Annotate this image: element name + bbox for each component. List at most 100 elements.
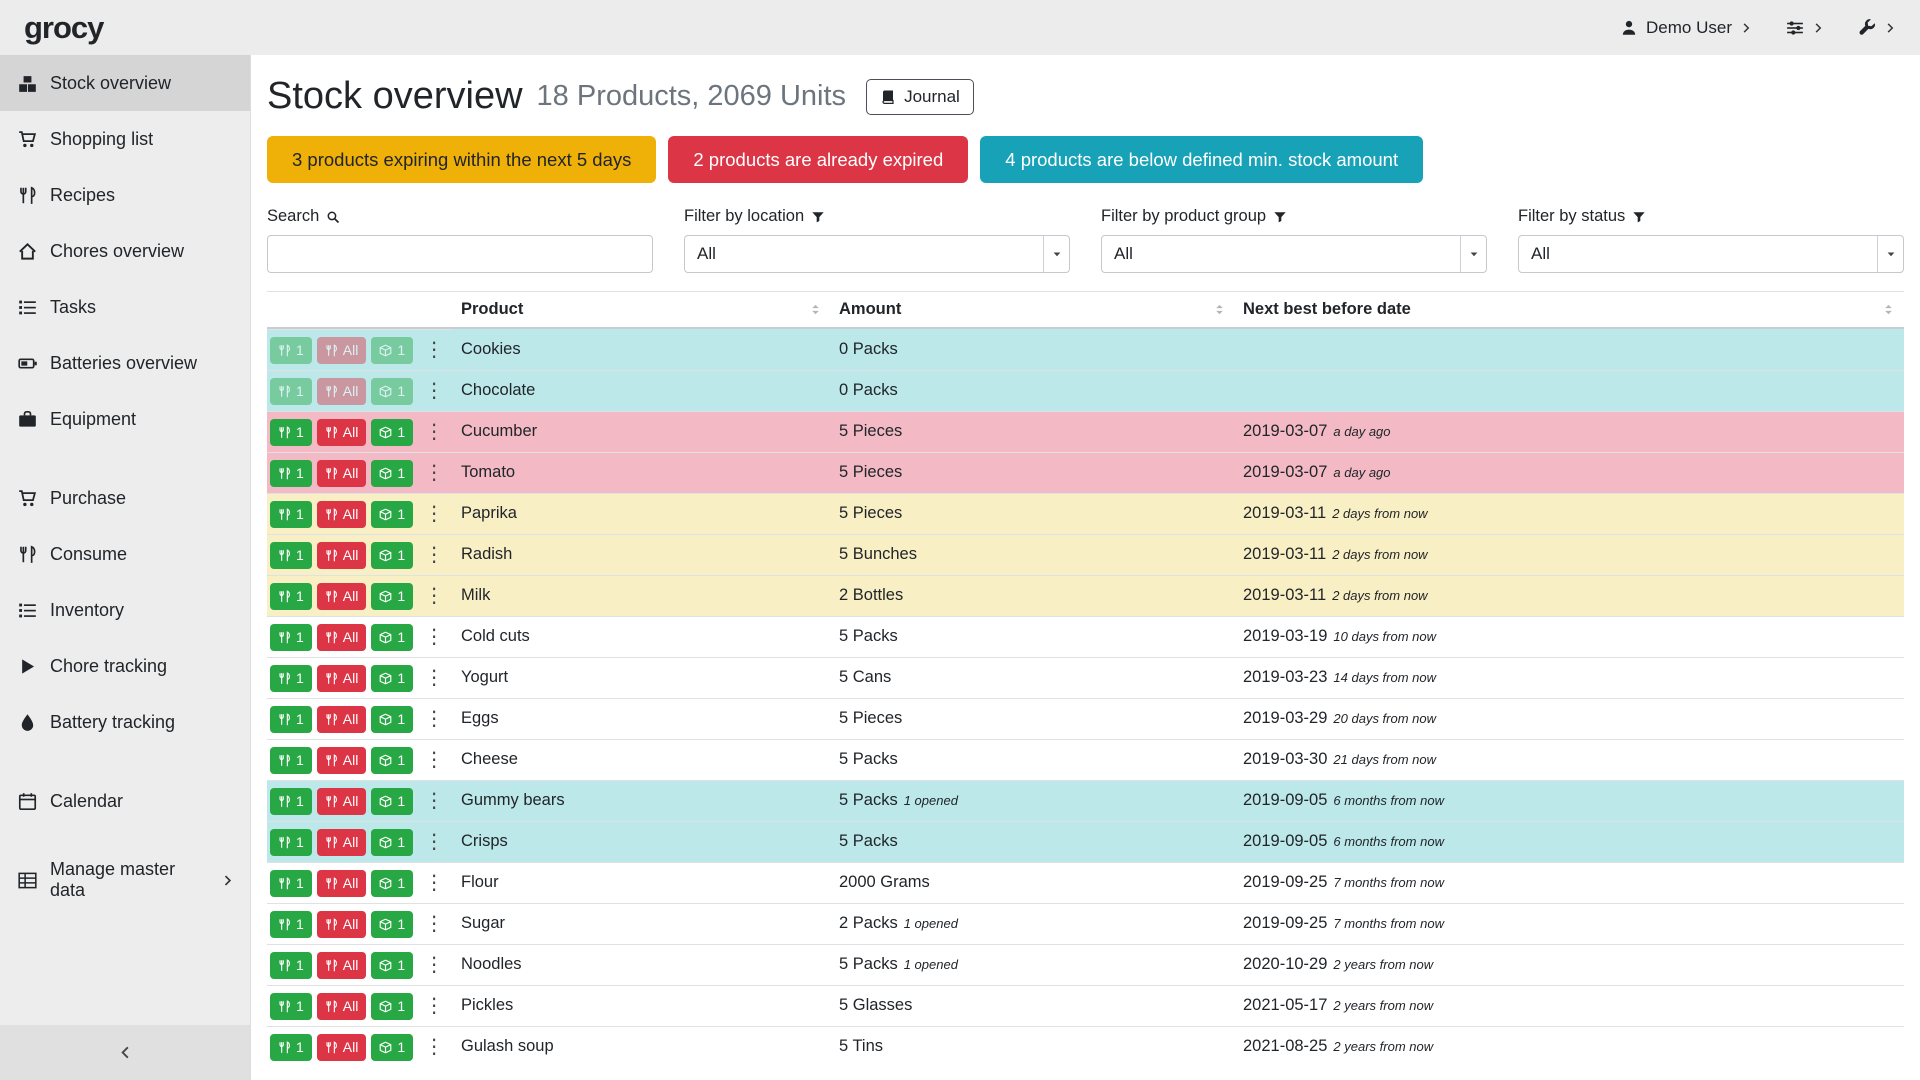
consume-all-button[interactable]: All	[317, 501, 367, 528]
open-one-button[interactable]: 1	[371, 501, 413, 528]
sidebar-collapse-button[interactable]	[0, 1025, 250, 1080]
sidebar-item-consume[interactable]: Consume	[0, 526, 250, 582]
open-one-button[interactable]: 1	[371, 788, 413, 815]
consume-all-button[interactable]: All	[317, 829, 367, 856]
sidebar-item-shopping-list[interactable]: Shopping list	[0, 111, 250, 167]
admin-menu[interactable]	[1858, 19, 1896, 37]
row-menu-button[interactable]: ⋮	[418, 381, 450, 401]
row-menu-button[interactable]: ⋮	[418, 422, 450, 442]
sidebar-item-stock-overview[interactable]: Stock overview	[0, 55, 250, 111]
consume-all-button[interactable]: All	[317, 788, 367, 815]
sidebar-item-purchase[interactable]: Purchase	[0, 470, 250, 526]
open-one-button[interactable]: 1	[371, 706, 413, 733]
sidebar-item-inventory[interactable]: Inventory	[0, 582, 250, 638]
open-one-button[interactable]: 1	[371, 747, 413, 774]
consume-all-button[interactable]: All	[317, 583, 367, 610]
app-logo[interactable]: grocy	[24, 10, 103, 46]
open-one-button[interactable]: 1	[371, 993, 413, 1020]
row-menu-button[interactable]: ⋮	[418, 955, 450, 975]
row-menu-button[interactable]: ⋮	[418, 1037, 450, 1057]
consume-one-button[interactable]: 1	[270, 460, 312, 487]
row-menu-button[interactable]: ⋮	[418, 545, 450, 565]
consume-one-button[interactable]: 1	[270, 501, 312, 528]
row-menu-button[interactable]: ⋮	[418, 873, 450, 893]
sidebar-item-chores-overview[interactable]: Chores overview	[0, 223, 250, 279]
consume-all-button[interactable]: All	[317, 993, 367, 1020]
open-one-button[interactable]: 1	[371, 870, 413, 897]
row-menu-button[interactable]: ⋮	[418, 340, 450, 360]
open-one-button[interactable]: 1	[371, 829, 413, 856]
row-menu-button[interactable]: ⋮	[418, 750, 450, 770]
consume-all-button[interactable]: All	[317, 460, 367, 487]
filter-by-location-select[interactable]: All	[684, 235, 1070, 273]
sidebar-item-tasks[interactable]: Tasks	[0, 279, 250, 335]
open-one-button[interactable]: 1	[371, 419, 413, 446]
row-menu-button[interactable]: ⋮	[418, 791, 450, 811]
sidebar-item-calendar[interactable]: Calendar	[0, 773, 250, 829]
sidebar-item-chore-tracking[interactable]: Chore tracking	[0, 638, 250, 694]
sidebar-item-manage-master-data[interactable]: Manage master data	[0, 852, 250, 908]
open-one-button[interactable]: 1	[371, 624, 413, 651]
consume-all-button[interactable]: All	[317, 624, 367, 651]
row-menu-button[interactable]: ⋮	[418, 709, 450, 729]
consume-one-button[interactable]: 1	[270, 993, 312, 1020]
consume-all-button[interactable]: All	[317, 911, 367, 938]
column-header-product[interactable]: Product	[453, 292, 831, 329]
sidebar-item-battery-tracking[interactable]: Battery tracking	[0, 694, 250, 750]
open-one-button[interactable]: 1	[371, 337, 413, 364]
open-one-button[interactable]: 1	[371, 952, 413, 979]
row-menu-button[interactable]: ⋮	[418, 463, 450, 483]
consume-one-button[interactable]: 1	[270, 665, 312, 692]
consume-one-button[interactable]: 1	[270, 911, 312, 938]
consume-one-button[interactable]: 1	[270, 1034, 312, 1061]
consume-all-button[interactable]: All	[317, 747, 367, 774]
consume-all-button[interactable]: All	[317, 665, 367, 692]
consume-all-button[interactable]: All	[317, 870, 367, 897]
open-one-button[interactable]: 1	[371, 460, 413, 487]
consume-all-button[interactable]: All	[317, 706, 367, 733]
consume-all-button[interactable]: All	[317, 378, 367, 405]
expiring-alert[interactable]: 3 products expiring within the next 5 da…	[267, 136, 656, 183]
consume-one-button[interactable]: 1	[270, 788, 312, 815]
column-header-next-best-before-date[interactable]: Next best before date	[1235, 292, 1904, 329]
consume-one-button[interactable]: 1	[270, 378, 312, 405]
consume-one-button[interactable]: 1	[270, 952, 312, 979]
consume-one-button[interactable]: 1	[270, 624, 312, 651]
consume-one-button[interactable]: 1	[270, 419, 312, 446]
open-one-button[interactable]: 1	[371, 1034, 413, 1061]
sidebar-item-equipment[interactable]: Equipment	[0, 391, 250, 447]
row-menu-button[interactable]: ⋮	[418, 504, 450, 524]
open-one-button[interactable]: 1	[371, 583, 413, 610]
open-one-button[interactable]: 1	[371, 911, 413, 938]
consume-all-button[interactable]: All	[317, 952, 367, 979]
consume-one-button[interactable]: 1	[270, 337, 312, 364]
row-menu-button[interactable]: ⋮	[418, 914, 450, 934]
consume-all-button[interactable]: All	[317, 419, 367, 446]
consume-one-button[interactable]: 1	[270, 706, 312, 733]
column-header-amount[interactable]: Amount	[831, 292, 1235, 329]
sidebar-item-batteries-overview[interactable]: Batteries overview	[0, 335, 250, 391]
search-input[interactable]	[267, 235, 653, 273]
sidebar-item-recipes[interactable]: Recipes	[0, 167, 250, 223]
open-one-button[interactable]: 1	[371, 378, 413, 405]
row-menu-button[interactable]: ⋮	[418, 627, 450, 647]
consume-all-button[interactable]: All	[317, 337, 367, 364]
consume-one-button[interactable]: 1	[270, 583, 312, 610]
row-menu-button[interactable]: ⋮	[418, 996, 450, 1016]
expired-alert[interactable]: 2 products are already expired	[668, 136, 968, 183]
below-min-stock-alert[interactable]: 4 products are below defined min. stock …	[980, 136, 1423, 183]
consume-one-button[interactable]: 1	[270, 870, 312, 897]
filter-by-product-group-select[interactable]: All	[1101, 235, 1487, 273]
open-one-button[interactable]: 1	[371, 542, 413, 569]
open-one-button[interactable]: 1	[371, 665, 413, 692]
consume-all-button[interactable]: All	[317, 542, 367, 569]
options-menu[interactable]	[1786, 19, 1824, 37]
consume-one-button[interactable]: 1	[270, 829, 312, 856]
filter-by-status-select[interactable]: All	[1518, 235, 1904, 273]
consume-all-button[interactable]: All	[317, 1034, 367, 1061]
row-menu-button[interactable]: ⋮	[418, 832, 450, 852]
row-menu-button[interactable]: ⋮	[418, 668, 450, 688]
journal-button[interactable]: Journal	[866, 79, 974, 115]
consume-one-button[interactable]: 1	[270, 542, 312, 569]
consume-one-button[interactable]: 1	[270, 747, 312, 774]
